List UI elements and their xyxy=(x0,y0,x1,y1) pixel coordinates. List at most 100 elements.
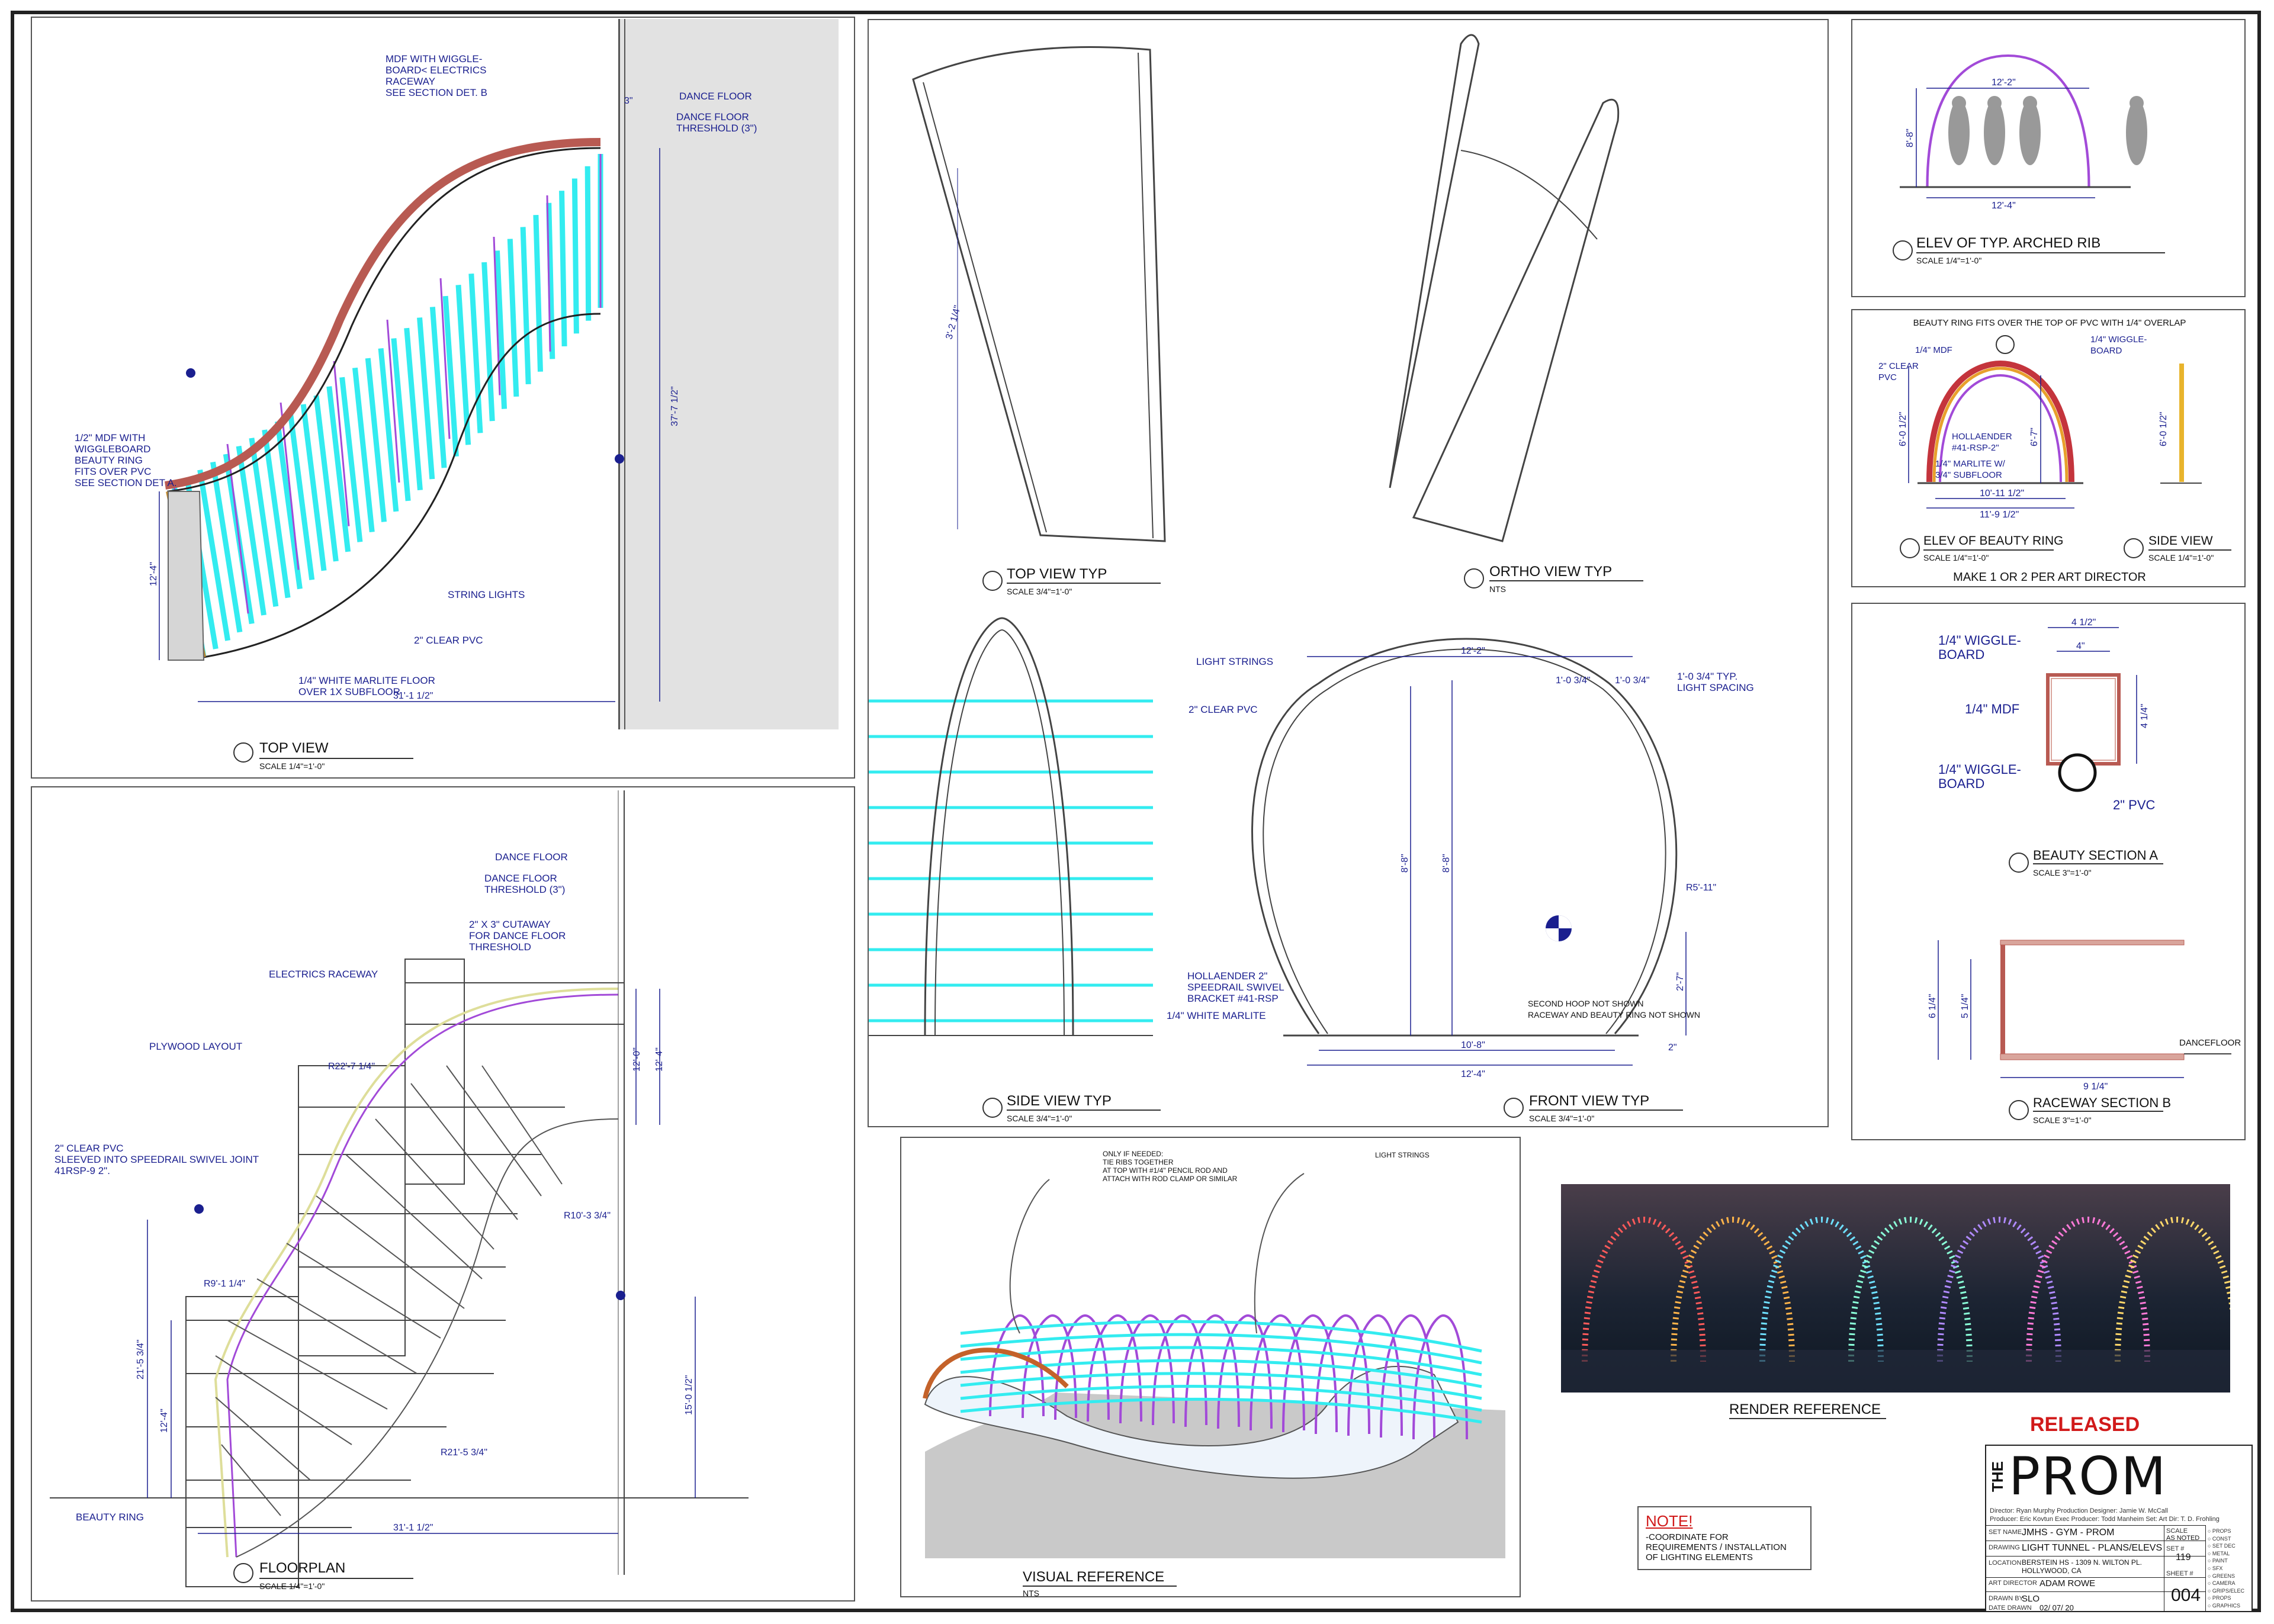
render-reference-image xyxy=(1561,1184,2230,1393)
view-callout-circle xyxy=(2009,853,2029,873)
art-director: ADAM ROWE xyxy=(2039,1578,2096,1588)
br-hollaender-label: HOLLAENDER #41-RSP-2" xyxy=(1952,432,2012,453)
floorplan-panel: R22'-7 1/4" R10'-3 3/4" R9'-1 1/4" R21'-… xyxy=(31,786,855,1602)
front-view-typ-title: FRONT VIEW TYP xyxy=(1529,1093,1650,1109)
render-arch xyxy=(2115,1216,2230,1362)
side-view-typ-title: SIDE VIEW TYP xyxy=(1007,1093,1112,1109)
fp-plywood-label: PLYWOOD LAYOUT xyxy=(149,1041,243,1052)
svg-text:12'-4": 12'-4" xyxy=(654,1047,664,1072)
render-arches xyxy=(1561,1216,2230,1393)
released-stamp: RELEASED xyxy=(2030,1413,2140,1436)
light-string xyxy=(533,215,543,372)
elev-rib-drawing: 12'-2" 12'-4" 8'-8" xyxy=(1900,54,2147,211)
logo-the: THE xyxy=(1989,1461,2006,1492)
svg-text:12'-2": 12'-2" xyxy=(1461,646,1485,656)
light-string xyxy=(442,295,459,457)
bs-mdf-label: 1/4" MDF xyxy=(1965,702,2020,716)
floorplan-drawing: R22'-7 1/4" R10'-3 3/4" R9'-1 1/4" R21'-… xyxy=(50,790,749,1587)
svg-text:12'-4": 12'-4" xyxy=(1461,1069,1485,1079)
front-view-typ-scale: SCALE 3/4"=1'-0" xyxy=(1529,1114,1595,1123)
marlite-label: 1/4" WHITE MARLITE FLOOR OVER 1X SUBFLOO… xyxy=(298,675,435,697)
svg-text:3": 3" xyxy=(624,96,633,106)
fp-threshold-label: DANCE FLOOR THRESHOLD (3") xyxy=(484,873,566,895)
pvc-rib xyxy=(280,402,300,570)
clear-pvc-label: 2" CLEAR PVC xyxy=(414,635,483,646)
light-string xyxy=(559,191,567,346)
side-view-title: SIDE VIEW xyxy=(2148,534,2213,548)
department-checklist: ○ PROPS ○ CONST ○ SET DEC ○ METAL ○ PAINT ○ S… xyxy=(2208,1527,2251,1610)
svg-text:2'-7": 2'-7" xyxy=(1675,972,1685,991)
visual-reference-scale: NTS xyxy=(1023,1588,1039,1598)
svg-text:R21'-5 3/4": R21'-5 3/4" xyxy=(441,1448,487,1458)
bs-pvc-label: 2" PVC xyxy=(2113,797,2156,812)
view-callout-circle xyxy=(1504,1098,1524,1118)
svg-text:12'-2": 12'-2" xyxy=(1992,78,2016,88)
view-callout-circle xyxy=(233,742,253,763)
bs-wiggle-label-1: 1/4" WIGGLE- BOARD xyxy=(1938,633,2021,662)
svg-text:12'-4": 12'-4" xyxy=(159,1408,169,1433)
floorplan-title: FLOORPLAN xyxy=(259,1560,346,1576)
top-view-scale: SCALE 1/4"=1'-0" xyxy=(259,761,325,771)
light-string xyxy=(417,317,435,480)
drawn-by: SLO xyxy=(2022,1594,2040,1604)
light-string xyxy=(429,307,447,468)
beauty-section-scale: SCALE 3"=1'-0" xyxy=(2033,868,2092,877)
light-string xyxy=(210,461,243,633)
svg-text:R22'-7 1/4": R22'-7 1/4" xyxy=(328,1062,375,1072)
note-text: -COORDINATE FOR REQUIREMENTS / INSTALLAT… xyxy=(1646,1532,1787,1562)
raceway-section-title: RACEWAY SECTION B xyxy=(2033,1095,2172,1110)
svg-text:15'-0 1/2": 15'-0 1/2" xyxy=(684,1375,694,1415)
drawing-name: LIGHT TUNNEL - PLANS/ELEVS xyxy=(2022,1543,2163,1553)
tie-ribs-note: ONLY IF NEEDED: TIE RIBS TOGETHER AT TOP… xyxy=(1103,1150,1238,1183)
hollaender-label: HOLLAENDER 2" SPEEDRAIL SWIVEL BRACKET #… xyxy=(1187,970,1284,1004)
br-pvc-label: 2" CLEAR PVC xyxy=(1878,361,1919,382)
checklist-item: ○ METAL xyxy=(2208,1550,2230,1557)
vr-light-strings-label: LIGHT STRINGS xyxy=(1375,1151,1430,1159)
bs-wiggle-label-2: 1/4" WIGGLE- BOARD xyxy=(1938,762,2021,791)
raceway-dancefloor-label: DANCEFLOOR xyxy=(2179,1038,2241,1048)
location: BERSTEIN HS - 1309 N. WILTON PL. HOLLYWO… xyxy=(2022,1558,2142,1575)
svg-text:4 1/4": 4 1/4" xyxy=(2140,704,2150,728)
render-reference-title: RENDER REFERENCE xyxy=(1729,1401,1881,1417)
threshold-label: DANCE FLOOR THRESHOLD (3") xyxy=(676,111,757,134)
beauty-ring-title: ELEV OF BEAUTY RING xyxy=(1923,534,2064,548)
svg-text:12'-4": 12'-4" xyxy=(149,562,159,586)
scale-value: AS NOTED xyxy=(2166,1535,2200,1542)
br-marlite-label: 1/4" MARLITE W/ 3/4" SUBFLOOR xyxy=(1935,459,2005,480)
string-lights-label: STRING LIGHTS xyxy=(448,589,525,600)
beauty-ring-scale: SCALE 1/4"=1'-0" xyxy=(1923,553,1989,562)
light-string xyxy=(520,227,531,385)
view-callout-circle xyxy=(1893,240,1913,261)
visual-reference-title: VISUAL REFERENCE xyxy=(1023,1569,1165,1585)
visual-reference-panel: ONLY IF NEEDED: TIE RIBS TOGETHER AT TOP… xyxy=(900,1137,1521,1598)
beauty-ring-label: 1/2" MDF WITH WIGGLEBOARD BEAUTY RING FI… xyxy=(75,432,177,488)
fp-pvc-label: 2" CLEAR PVC SLEEVED INTO SPEEDRAIL SWIV… xyxy=(54,1143,259,1176)
light-string xyxy=(584,166,592,321)
floorplan-scale: SCALE 1/4"=1'-0" xyxy=(259,1581,325,1591)
svg-text:8'-8": 8'-8" xyxy=(1905,128,1915,147)
elev-rib-scale: SCALE 1/4"=1'-0" xyxy=(1916,256,1982,265)
set-name: JMHS - GYM - PROM xyxy=(2022,1527,2115,1538)
light-string xyxy=(391,338,411,501)
svg-text:1'-0 3/4": 1'-0 3/4" xyxy=(1556,676,1591,686)
svg-text:3'-2 1/4": 3'-2 1/4" xyxy=(944,304,963,340)
set-number: 119 xyxy=(2176,1552,2191,1562)
marlite-label: 1/4" WHITE MARLITE xyxy=(1167,1010,1266,1021)
svg-text:6'-7": 6'-7" xyxy=(2029,427,2039,446)
svg-text:R9'-1 1/4": R9'-1 1/4" xyxy=(204,1279,245,1289)
svg-text:12'-0": 12'-0" xyxy=(632,1047,642,1072)
svg-text:6 1/4": 6 1/4" xyxy=(1928,994,1938,1018)
svg-text:31'-1 1/2": 31'-1 1/2" xyxy=(393,1523,433,1533)
credits-line-2: Producer: Eric Kovtun Exec Producer: Tod… xyxy=(1990,1516,2220,1523)
light-string xyxy=(481,262,495,422)
svg-text:6'-0 1/2": 6'-0 1/2" xyxy=(1898,411,1908,446)
logo-prom: PROM xyxy=(2009,1446,2167,1507)
light-string xyxy=(404,327,423,491)
checklist-item: ○ SFX xyxy=(2208,1565,2223,1571)
svg-text:1'-0 3/4": 1'-0 3/4" xyxy=(1615,676,1650,686)
light-string xyxy=(249,438,279,607)
render-arch xyxy=(1759,1216,1884,1362)
mdf-label: MDF WITH WIGGLE- BOARD< ELECTRICS RACEWA… xyxy=(386,53,487,98)
sections-panel: 4 1/2" 4" 4 1/4" 9 1/4" 6 1/4" 5 1/4" 1/… xyxy=(1851,603,2246,1140)
render-arch xyxy=(2026,1216,2150,1362)
